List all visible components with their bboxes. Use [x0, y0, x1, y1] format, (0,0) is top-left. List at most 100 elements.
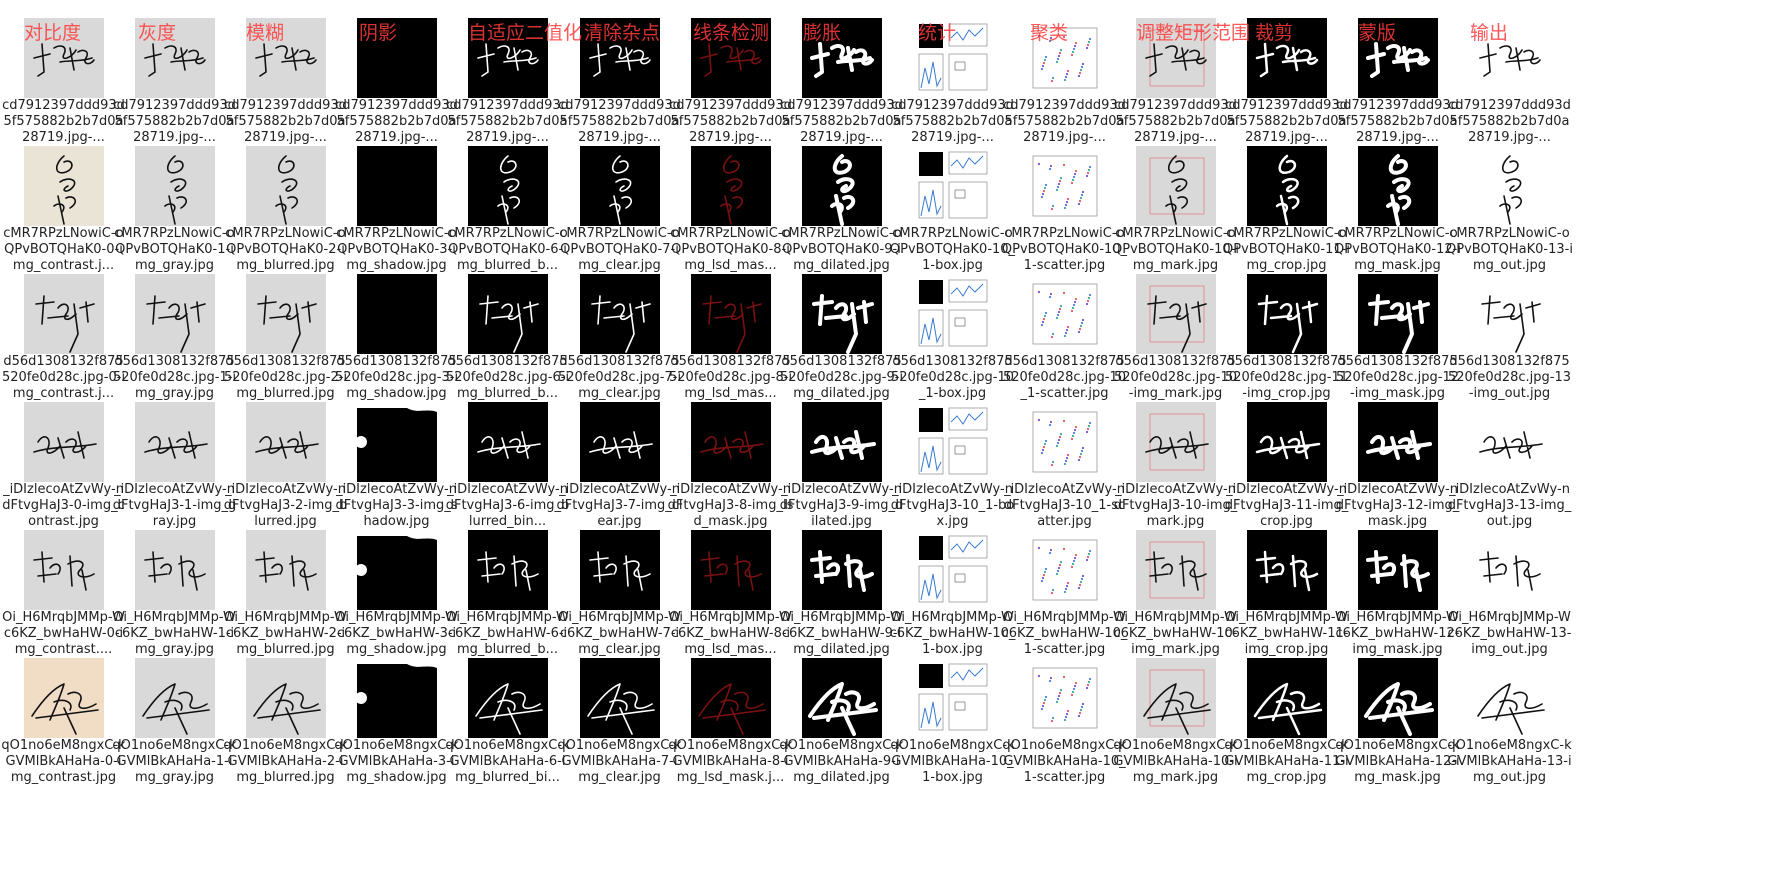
thumbnail-item-shadow[interactable]: d56d1308132f875520fe0d28c.jpg-3-img_shad…	[333, 274, 460, 419]
thumbnail-item-crop[interactable]: Oi_H6MrqbJMMp-Wc6KZ_bwHaHW-11-img_crop.j…	[1223, 530, 1350, 675]
thumbnail-item-out[interactable]: cd7912397ddd93d5f575882b2b7d0a28719.jpg-…	[1446, 18, 1573, 163]
gray-preview-image[interactable]	[135, 530, 215, 610]
contrast-preview-image[interactable]	[24, 402, 104, 482]
crop-preview-image[interactable]	[1247, 274, 1327, 354]
out-preview-image[interactable]	[1470, 530, 1550, 610]
thumbnail-item-blurred[interactable]: qO1no6eM8ngxC-kGVMlBkAHaHa-2-img_blurred…	[222, 658, 349, 803]
lsd-preview-image[interactable]	[691, 18, 771, 98]
thumbnail-item-mark[interactable]: cMR7RPzLNowiC-oQPvBOTQHaK0-10-img_mark.j…	[1112, 146, 1239, 291]
dilated-preview-image[interactable]	[802, 402, 882, 482]
clear-preview-image[interactable]	[580, 402, 660, 482]
out-preview-image[interactable]	[1470, 402, 1550, 482]
binary-preview-image[interactable]	[468, 658, 548, 738]
shadow-preview-image[interactable]	[357, 146, 437, 226]
binary-preview-image[interactable]	[468, 402, 548, 482]
crop-preview-image[interactable]	[1247, 146, 1327, 226]
gray-preview-image[interactable]	[135, 402, 215, 482]
binary-preview-image[interactable]	[468, 18, 548, 98]
thumbnail-item-gray[interactable]: qO1no6eM8ngxC-kGVMlBkAHaHa-1-img_gray.jp…	[111, 658, 238, 803]
thumbnail-item-binary[interactable]: qO1no6eM8ngxC-kGVMlBkAHaHa-6-img_blurred…	[444, 658, 571, 803]
gray-preview-image[interactable]	[135, 274, 215, 354]
thumbnail-item-out[interactable]: _iDIzlecoAtZvWy-ndFtvgHaJ3-13-img_out.jp…	[1446, 402, 1573, 547]
box-preview-image[interactable]	[913, 274, 993, 354]
binary-preview-image[interactable]	[468, 530, 548, 610]
thumbnail-item-mask[interactable]: cd7912397ddd93d5f575882b2b7d0a28719.jpg-…	[1334, 18, 1461, 163]
blurred-preview-image[interactable]	[246, 658, 326, 738]
box-preview-image[interactable]	[913, 658, 993, 738]
thumbnail-item-contrast[interactable]: cMR7RPzLNowiC-oQPvBOTQHaK0-0-img_contras…	[0, 146, 127, 291]
thumbnail-item-mask[interactable]: cMR7RPzLNowiC-oQPvBOTQHaK0-12-img_mask.j…	[1334, 146, 1461, 291]
thumbnail-item-blurred[interactable]: d56d1308132f875520fe0d28c.jpg-2-img_blur…	[222, 274, 349, 419]
out-preview-image[interactable]	[1470, 18, 1550, 98]
thumbnail-item-scatter[interactable]: cd7912397ddd93d5f575882b2b7d0a28719.jpg-…	[1001, 18, 1128, 163]
lsd-preview-image[interactable]	[691, 530, 771, 610]
thumbnail-item-out[interactable]: cMR7RPzLNowiC-oQPvBOTQHaK0-13-img_out.jp…	[1446, 146, 1573, 291]
thumbnail-item-scatter[interactable]: qO1no6eM8ngxC-kGVMlBkAHaHa-10_1-scatter.…	[1001, 658, 1128, 803]
thumbnail-item-crop[interactable]: qO1no6eM8ngxC-kGVMlBkAHaHa-11-img_crop.j…	[1223, 658, 1350, 803]
thumbnail-item-shadow[interactable]: cd7912397ddd93d5f575882b2b7d0a28719.jpg-…	[333, 18, 460, 163]
dilated-preview-image[interactable]	[802, 530, 882, 610]
thumbnail-item-clear[interactable]: qO1no6eM8ngxC-kGVMlBkAHaHa-7-img_clear.j…	[556, 658, 683, 803]
out-preview-image[interactable]	[1470, 658, 1550, 738]
dilated-preview-image[interactable]	[802, 274, 882, 354]
thumbnail-item-out[interactable]: Oi_H6MrqbJMMp-Wc6KZ_bwHaHW-13-img_out.jp…	[1446, 530, 1573, 675]
thumbnail-item-blurred[interactable]: cMR7RPzLNowiC-oQPvBOTQHaK0-2-img_blurred…	[222, 146, 349, 291]
thumbnail-item-box[interactable]: _iDIzlecoAtZvWy-ndFtvgHaJ3-10_1-box.jpg	[889, 402, 1016, 547]
contrast-preview-image[interactable]	[24, 530, 104, 610]
mark-preview-image[interactable]	[1136, 18, 1216, 98]
thumbnail-item-clear[interactable]: cMR7RPzLNowiC-oQPvBOTQHaK0-7-img_clear.j…	[556, 146, 683, 291]
thumbnail-item-mark[interactable]: cd7912397ddd93d5f575882b2b7d0a28719.jpg-…	[1112, 18, 1239, 163]
thumbnail-item-mask[interactable]: qO1no6eM8ngxC-kGVMlBkAHaHa-12-img_mask.j…	[1334, 658, 1461, 803]
dilated-preview-image[interactable]	[802, 18, 882, 98]
thumbnail-item-lsd[interactable]: cd7912397ddd93d5f575882b2b7d0a28719.jpg-…	[667, 18, 794, 163]
thumbnail-item-dilated[interactable]: cd7912397ddd93d5f575882b2b7d0a28719.jpg-…	[778, 18, 905, 163]
thumbnail-item-lsd[interactable]: Oi_H6MrqbJMMp-Wc6KZ_bwHaHW-8-img_lsd_mas…	[667, 530, 794, 675]
clear-preview-image[interactable]	[580, 530, 660, 610]
box-preview-image[interactable]	[913, 530, 993, 610]
blurred-preview-image[interactable]	[246, 530, 326, 610]
thumbnail-item-gray[interactable]: Oi_H6MrqbJMMp-Wc6KZ_bwHaHW-1-img_gray.jp…	[111, 530, 238, 675]
thumbnail-item-gray[interactable]: d56d1308132f875520fe0d28c.jpg-1-img_gray…	[111, 274, 238, 419]
dilated-preview-image[interactable]	[802, 146, 882, 226]
thumbnail-item-mask[interactable]: _iDIzlecoAtZvWy-ndFtvgHaJ3-12-img_mask.j…	[1334, 402, 1461, 547]
scatter-preview-image[interactable]	[1025, 658, 1105, 738]
shadow-preview-image[interactable]	[357, 402, 437, 482]
binary-preview-image[interactable]	[468, 274, 548, 354]
thumbnail-item-crop[interactable]: _iDIzlecoAtZvWy-ndFtvgHaJ3-11-img_crop.j…	[1223, 402, 1350, 547]
scatter-preview-image[interactable]	[1025, 530, 1105, 610]
crop-preview-image[interactable]	[1247, 402, 1327, 482]
crop-preview-image[interactable]	[1247, 530, 1327, 610]
box-preview-image[interactable]	[913, 18, 993, 98]
thumbnail-item-crop[interactable]: cd7912397ddd93d5f575882b2b7d0a28719.jpg-…	[1223, 18, 1350, 163]
thumbnail-item-mark[interactable]: qO1no6eM8ngxC-kGVMlBkAHaHa-10-img_mark.j…	[1112, 658, 1239, 803]
mark-preview-image[interactable]	[1136, 530, 1216, 610]
thumbnail-item-dilated[interactable]: qO1no6eM8ngxC-kGVMlBkAHaHa-9-img_dilated…	[778, 658, 905, 803]
out-preview-image[interactable]	[1470, 274, 1550, 354]
thumbnail-item-lsd[interactable]: cMR7RPzLNowiC-oQPvBOTQHaK0-8-img_lsd_mas…	[667, 146, 794, 291]
thumbnail-item-contrast[interactable]: Oi_H6MrqbJMMp-Wc6KZ_bwHaHW-0-img_contras…	[0, 530, 127, 675]
thumbnail-item-blurred[interactable]: _iDIzlecoAtZvWy-ndFtvgHaJ3-2-img_blurred…	[222, 402, 349, 547]
shadow-preview-image[interactable]	[357, 274, 437, 354]
thumbnail-item-shadow[interactable]: cMR7RPzLNowiC-oQPvBOTQHaK0-3-img_shadow.…	[333, 146, 460, 291]
thumbnail-item-contrast[interactable]: qO1no6eM8ngxC-kGVMlBkAHaHa-0-img_contras…	[0, 658, 127, 803]
thumbnail-item-scatter[interactable]: Oi_H6MrqbJMMp-Wc6KZ_bwHaHW-10_1-scatter.…	[1001, 530, 1128, 675]
thumbnail-item-crop[interactable]: d56d1308132f875520fe0d28c.jpg-11-img_cro…	[1223, 274, 1350, 419]
clear-preview-image[interactable]	[580, 18, 660, 98]
thumbnail-item-box[interactable]: qO1no6eM8ngxC-kGVMlBkAHaHa-10_1-box.jpg	[889, 658, 1016, 803]
thumbnail-item-shadow[interactable]: _iDIzlecoAtZvWy-ndFtvgHaJ3-3-img_shadow.…	[333, 402, 460, 547]
thumbnail-item-contrast[interactable]: _iDIzlecoAtZvWy-ndFtvgHaJ3-0-img_contras…	[0, 402, 127, 547]
scatter-preview-image[interactable]	[1025, 274, 1105, 354]
shadow-preview-image[interactable]	[357, 658, 437, 738]
box-preview-image[interactable]	[913, 402, 993, 482]
thumbnail-item-clear[interactable]: Oi_H6MrqbJMMp-Wc6KZ_bwHaHW-7-img_clear.j…	[556, 530, 683, 675]
out-preview-image[interactable]	[1470, 146, 1550, 226]
thumbnail-item-mask[interactable]: Oi_H6MrqbJMMp-Wc6KZ_bwHaHW-12-img_mask.j…	[1334, 530, 1461, 675]
thumbnail-item-box[interactable]: Oi_H6MrqbJMMp-Wc6KZ_bwHaHW-10_1-box.jpg	[889, 530, 1016, 675]
thumbnail-item-shadow[interactable]: Oi_H6MrqbJMMp-Wc6KZ_bwHaHW-3-img_shadow.…	[333, 530, 460, 675]
contrast-preview-image[interactable]	[24, 274, 104, 354]
mark-preview-image[interactable]	[1136, 146, 1216, 226]
thumbnail-item-lsd[interactable]: d56d1308132f875520fe0d28c.jpg-8-img_lsd_…	[667, 274, 794, 419]
thumbnail-item-contrast[interactable]: cd7912397ddd93d5f575882b2b7d0a28719.jpg-…	[0, 18, 127, 163]
thumbnail-item-dilated[interactable]: _iDIzlecoAtZvWy-ndFtvgHaJ3-9-img_dilated…	[778, 402, 905, 547]
thumbnail-item-gray[interactable]: cd7912397ddd93d5f575882b2b7d0a28719.jpg-…	[111, 18, 238, 163]
